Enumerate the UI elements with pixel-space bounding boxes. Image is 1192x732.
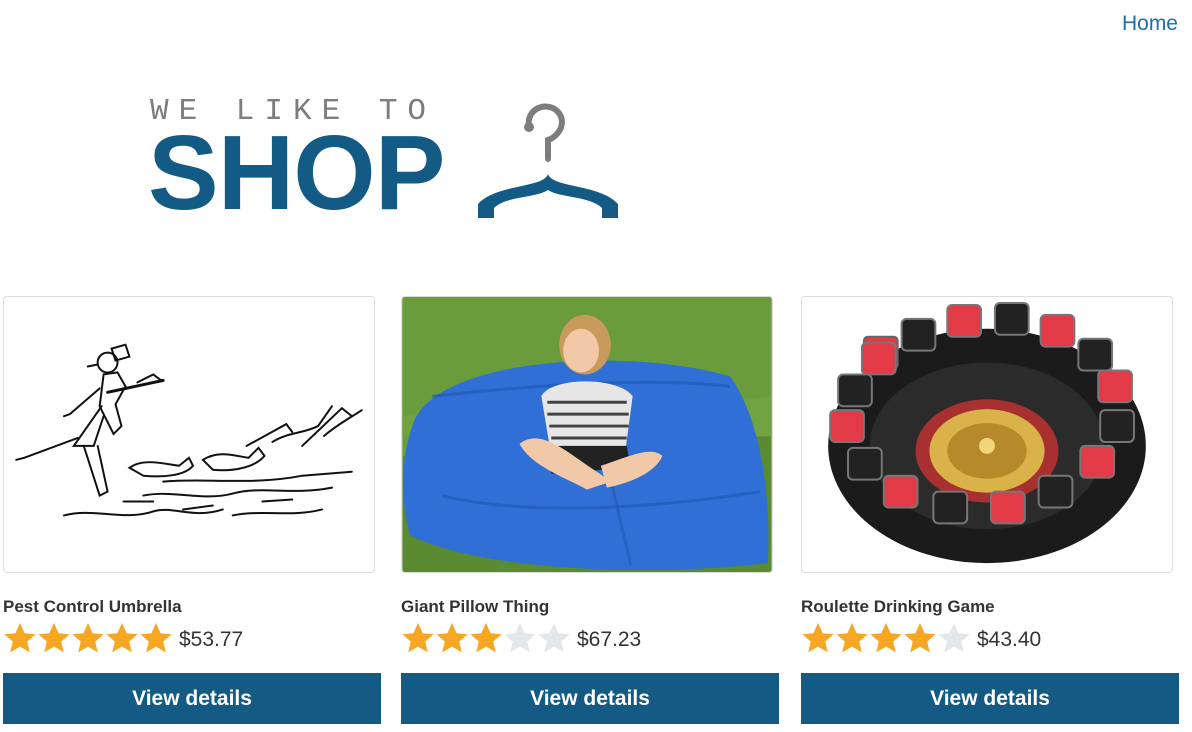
view-details-button[interactable]: View details bbox=[3, 673, 381, 724]
umbrella-cats-drawing bbox=[4, 297, 374, 572]
product-rating: $43.40 bbox=[801, 619, 1181, 657]
star-filled-icon bbox=[836, 623, 868, 653]
product-rating: $53.77 bbox=[3, 619, 383, 657]
hanger-icon bbox=[478, 103, 618, 218]
product-card: Pest Control Umbrella $53.77 View detail… bbox=[3, 296, 383, 724]
star-filled-icon bbox=[904, 623, 936, 653]
roulette-shot-glasses bbox=[802, 297, 1172, 572]
view-details-button[interactable]: View details bbox=[401, 673, 779, 724]
product-image-pillow[interactable] bbox=[401, 296, 773, 573]
product-card: Giant Pillow Thing $67.23 View details bbox=[401, 296, 781, 724]
star-rating bbox=[801, 621, 971, 655]
product-price: $67.23 bbox=[577, 628, 642, 651]
star-filled-icon bbox=[72, 623, 104, 653]
view-details-button[interactable]: View details bbox=[801, 673, 1179, 724]
star-filled-icon bbox=[4, 623, 36, 653]
star-empty-icon bbox=[938, 623, 970, 653]
product-title[interactable]: Pest Control Umbrella bbox=[3, 597, 383, 617]
product-image-roulette[interactable] bbox=[801, 296, 1173, 573]
product-price: $53.77 bbox=[179, 628, 244, 651]
girl-on-blue-pillow bbox=[402, 297, 772, 572]
home-link[interactable]: Home bbox=[1122, 12, 1178, 36]
product-rating: $67.23 bbox=[401, 619, 781, 657]
star-filled-icon bbox=[870, 623, 902, 653]
star-filled-icon bbox=[470, 623, 502, 653]
star-filled-icon bbox=[802, 623, 834, 653]
star-rating bbox=[3, 621, 173, 655]
star-filled-icon bbox=[38, 623, 70, 653]
star-rating bbox=[401, 621, 571, 655]
product-image-umbrella[interactable] bbox=[3, 296, 375, 573]
star-filled-icon bbox=[436, 623, 468, 653]
product-card: Roulette Drinking Game $43.40 View detai… bbox=[801, 296, 1181, 724]
star-empty-icon bbox=[538, 623, 570, 653]
logo-wordmark: SHOP bbox=[148, 114, 445, 232]
star-filled-icon bbox=[140, 623, 172, 653]
star-empty-icon bbox=[504, 623, 536, 653]
shop-logo: WE LIKE TO SHOP bbox=[148, 92, 638, 232]
star-filled-icon bbox=[106, 623, 138, 653]
star-filled-icon bbox=[402, 623, 434, 653]
product-title[interactable]: Giant Pillow Thing bbox=[401, 597, 781, 617]
product-title[interactable]: Roulette Drinking Game bbox=[801, 597, 1181, 617]
product-price: $43.40 bbox=[977, 628, 1042, 651]
